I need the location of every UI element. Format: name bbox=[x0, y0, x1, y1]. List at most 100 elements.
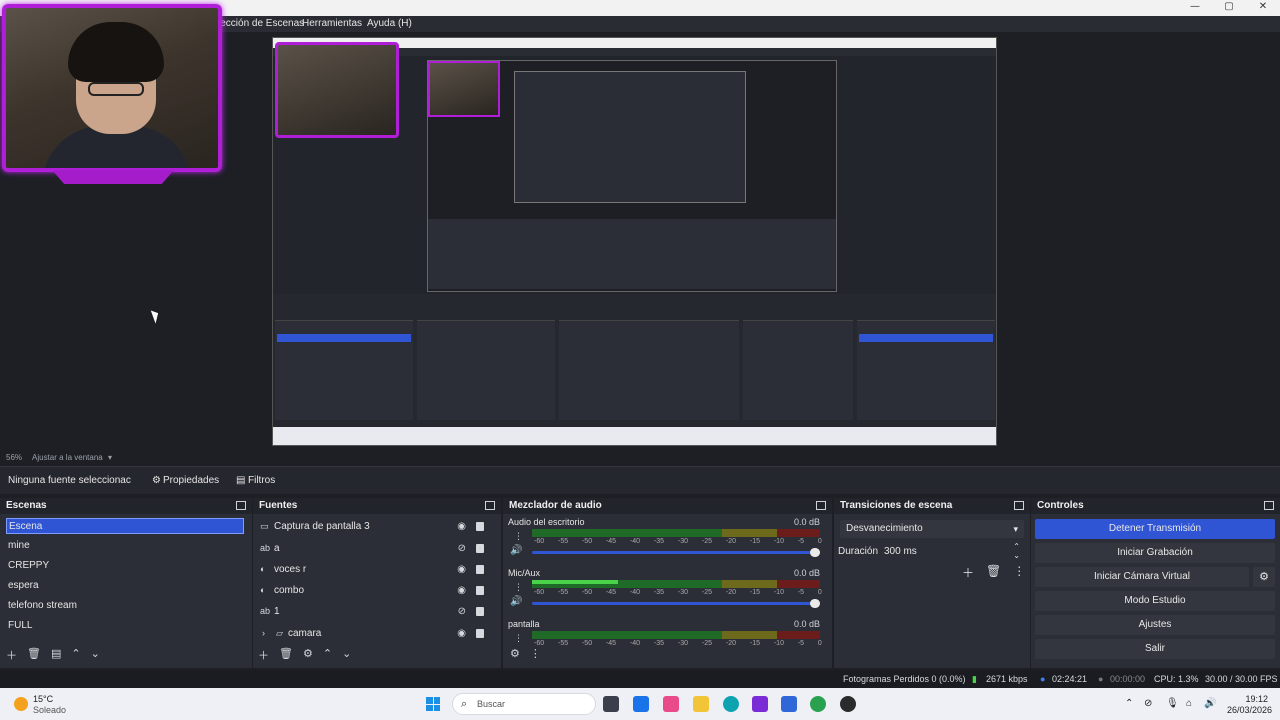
scene-item[interactable]: Escena bbox=[6, 518, 244, 534]
zoom-dropdown-icon[interactable]: ▾ bbox=[108, 452, 112, 464]
chevron-down-icon[interactable]: ⌄ bbox=[91, 647, 100, 661]
gear-icon[interactable]: ⚙ bbox=[510, 647, 520, 661]
chevron-right-icon[interactable]: › bbox=[262, 629, 272, 638]
more-icon[interactable]: ⋮ bbox=[1013, 564, 1025, 580]
lock-icon[interactable] bbox=[476, 544, 484, 553]
menu-tools[interactable]: Herramientas bbox=[302, 16, 362, 32]
eye-icon[interactable]: ◉ bbox=[457, 519, 466, 535]
filters-button[interactable]: Filtros bbox=[248, 467, 275, 495]
lock-icon[interactable] bbox=[476, 607, 484, 616]
maximize-button[interactable]: ▢ bbox=[1212, 0, 1246, 16]
volume-icon[interactable]: 🔊 bbox=[1204, 688, 1216, 720]
chevron-down-icon[interactable]: ⌄ bbox=[342, 647, 351, 661]
chevron-up-icon[interactable]: ⌃ bbox=[1125, 688, 1133, 720]
eye-hidden-icon[interactable]: ⊘ bbox=[458, 541, 466, 557]
properties-button[interactable]: Propiedades bbox=[163, 467, 219, 495]
more-icon[interactable]: ⋮ bbox=[514, 582, 523, 593]
source-row[interactable]: › ▱ camara ◉ bbox=[258, 626, 490, 642]
meter-tick: -15 bbox=[749, 640, 760, 647]
slider-knob[interactable] bbox=[810, 599, 820, 608]
trash-icon[interactable]: 🗑 bbox=[986, 564, 1001, 580]
source-row[interactable]: ab 1 ⊘ bbox=[258, 604, 490, 620]
eye-icon[interactable]: ◉ bbox=[457, 583, 466, 599]
add-icon[interactable]: ＋ bbox=[6, 647, 17, 662]
store-icon[interactable] bbox=[633, 696, 649, 712]
app-icon[interactable] bbox=[781, 696, 797, 712]
filter-icon[interactable]: ▤ bbox=[51, 647, 61, 661]
chevron-up-icon[interactable]: ⌃ bbox=[323, 647, 332, 661]
copilot-icon[interactable] bbox=[663, 696, 679, 712]
source-row[interactable]: ◐ combo ◉ bbox=[258, 583, 490, 599]
volume-slider[interactable] bbox=[532, 599, 820, 608]
lock-icon[interactable] bbox=[476, 629, 484, 638]
preview-canvas[interactable] bbox=[272, 37, 997, 446]
gear-icon[interactable]: ⚙ bbox=[152, 467, 161, 495]
eye-icon[interactable]: ◉ bbox=[457, 626, 466, 642]
undock-icon[interactable] bbox=[1264, 501, 1274, 510]
filter-icon[interactable]: ▤ bbox=[236, 467, 245, 495]
chrome-icon[interactable] bbox=[810, 696, 826, 712]
source-row[interactable]: ◐ voces r ◉ bbox=[258, 562, 490, 578]
undock-icon[interactable] bbox=[236, 501, 246, 510]
minimize-button[interactable]: — bbox=[1178, 0, 1212, 16]
source-row[interactable]: ab a ⊘ bbox=[258, 541, 490, 557]
scene-item[interactable]: CREPPY bbox=[6, 558, 244, 574]
lock-icon[interactable] bbox=[476, 565, 484, 574]
add-icon[interactable]: ＋ bbox=[962, 564, 974, 580]
monitor-icon: ▭ bbox=[260, 521, 269, 531]
scene-item[interactable]: telefono stream bbox=[6, 598, 244, 614]
zoom-mode[interactable]: Ajustar a la ventana bbox=[32, 452, 103, 464]
trash-icon[interactable]: 🗑 bbox=[27, 647, 41, 661]
source-row[interactable]: ▭ Captura de pantalla 3 ◉ bbox=[258, 519, 490, 535]
more-icon[interactable]: ⋮ bbox=[530, 647, 541, 661]
undock-icon[interactable] bbox=[485, 501, 495, 510]
more-icon[interactable]: ⋮ bbox=[514, 633, 523, 644]
speaker-icon[interactable]: 🔊 bbox=[510, 545, 522, 556]
taskbar-search[interactable]: ⌕ Buscar bbox=[452, 693, 596, 715]
add-icon[interactable]: ＋ bbox=[258, 647, 269, 662]
edge-icon[interactable] bbox=[723, 696, 739, 712]
meter-tick: -50 bbox=[581, 589, 593, 596]
file-explorer-icon[interactable] bbox=[693, 696, 709, 712]
undock-icon[interactable] bbox=[1014, 501, 1024, 510]
stepper-icon[interactable]: ⌃ ⌄ bbox=[1013, 542, 1020, 560]
scene-item[interactable]: mine bbox=[6, 538, 244, 554]
lock-icon[interactable] bbox=[476, 522, 484, 531]
close-button[interactable]: ✕ bbox=[1246, 0, 1280, 16]
studio-mode-button[interactable]: Modo Estudio bbox=[1035, 591, 1275, 611]
more-icon[interactable]: ⋮ bbox=[514, 531, 523, 542]
start-recording-button[interactable]: Iniciar Grabación bbox=[1035, 543, 1275, 563]
slider-knob[interactable] bbox=[810, 548, 820, 557]
menu-scene-collection[interactable]: lección de Escenas bbox=[218, 16, 304, 32]
exit-button[interactable]: Salir bbox=[1035, 639, 1275, 659]
mic-icon[interactable]: 🎙 bbox=[1166, 688, 1179, 720]
duration-input[interactable]: 300 ms ⌃ ⌄ bbox=[880, 542, 1024, 561]
meter-tick: -35 bbox=[653, 640, 665, 647]
clock-date[interactable]: 26/03/2026 bbox=[1222, 704, 1272, 716]
eye-hidden-icon[interactable]: ⊘ bbox=[458, 604, 466, 620]
undock-icon[interactable] bbox=[816, 501, 826, 510]
zoom-row: 56% Ajustar a la ventana ▾ bbox=[0, 452, 1280, 464]
weather-icon[interactable] bbox=[14, 697, 28, 711]
volume-slider[interactable] bbox=[532, 548, 820, 557]
start-virtual-camera-button[interactable]: Iniciar Cámara Virtual bbox=[1035, 567, 1249, 587]
eye-icon[interactable]: ◉ bbox=[457, 562, 466, 578]
settings-button[interactable]: Ajustes bbox=[1035, 615, 1275, 635]
transition-select[interactable]: Desvanecimiento ▾ bbox=[840, 520, 1024, 538]
task-view-icon[interactable] bbox=[603, 696, 619, 712]
scene-item[interactable]: FULL bbox=[6, 618, 244, 634]
lock-icon[interactable] bbox=[476, 586, 484, 595]
stop-streaming-button[interactable]: Detener Transmisión bbox=[1035, 519, 1275, 539]
tray-icon[interactable]: ⊘ bbox=[1144, 688, 1152, 720]
windows-start-icon[interactable] bbox=[426, 697, 440, 711]
obs-icon[interactable] bbox=[840, 696, 856, 712]
app-icon[interactable] bbox=[752, 696, 768, 712]
menu-help[interactable]: Ayuda (H) bbox=[367, 16, 412, 32]
trash-icon[interactable]: 🗑 bbox=[279, 647, 293, 661]
chevron-up-icon[interactable]: ⌃ bbox=[71, 647, 80, 661]
network-icon[interactable]: ⌂ bbox=[1186, 688, 1192, 720]
scene-item[interactable]: espera bbox=[6, 578, 244, 594]
gear-icon[interactable]: ⚙ bbox=[1253, 567, 1275, 587]
gear-icon[interactable]: ⚙ bbox=[303, 647, 313, 661]
speaker-icon[interactable]: 🔊 bbox=[510, 596, 522, 607]
